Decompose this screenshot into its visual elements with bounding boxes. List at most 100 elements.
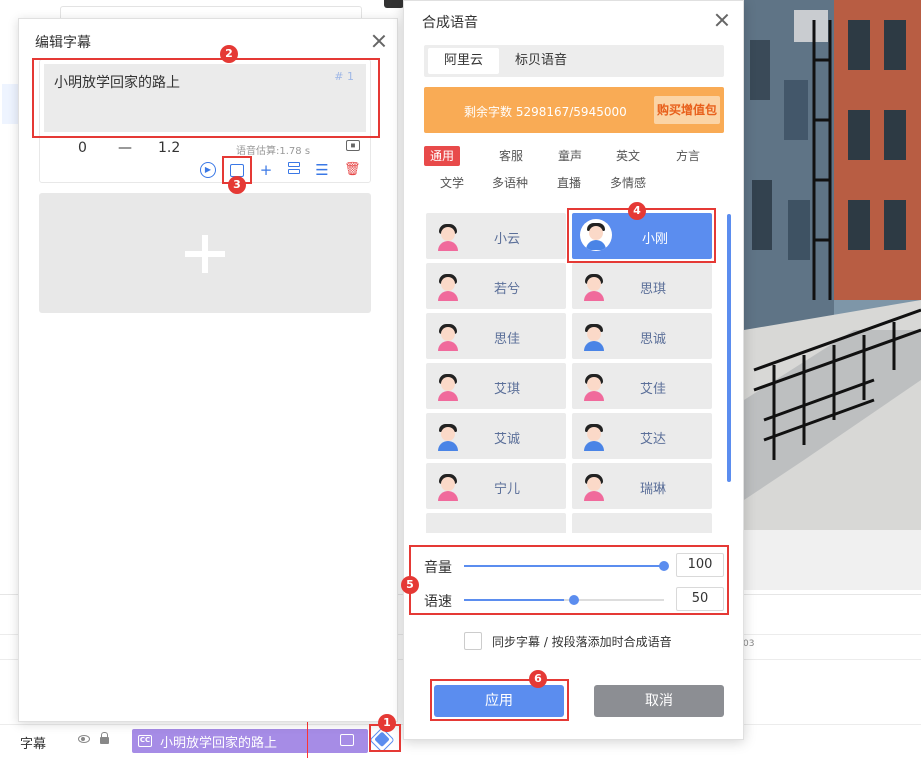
- volume-label: 音量: [424, 557, 452, 577]
- tts-dialog: 合成语音 阿里云 标贝语音 剩余字数 5298167/5945000 购买增值包…: [403, 0, 744, 740]
- insert-line-icon[interactable]: ☰: [314, 162, 330, 178]
- speed-input[interactable]: 50: [676, 587, 724, 611]
- voice-name: 宁儿: [494, 478, 520, 497]
- track-label: 字幕: [20, 733, 46, 752]
- voice-item[interactable]: 艾佳: [572, 363, 712, 409]
- voice-name: 艾达: [640, 428, 666, 447]
- voice-name: 瑞琳: [640, 478, 666, 497]
- voice-icon: [340, 734, 354, 746]
- subtitle-textarea[interactable]: 小明放学回家的路上 # 1: [44, 64, 366, 132]
- category-live[interactable]: 直播: [557, 173, 581, 193]
- voice-item[interactable]: 思诚: [572, 313, 712, 359]
- quota-banner: 剩余字数 5298167/5945000 购买增值包: [424, 87, 724, 133]
- category-child[interactable]: 童声: [558, 146, 582, 166]
- voice-item[interactable]: 若兮: [426, 263, 566, 309]
- eye-icon[interactable]: [78, 735, 90, 743]
- sync-label: 同步字幕 / 按段落添加时合成语音: [492, 633, 672, 650]
- voice-list: 小云 小刚 若兮 思琪 思佳 思诚 艾琪 艾佳: [426, 209, 716, 533]
- category-multilingual[interactable]: 多语种: [492, 173, 528, 193]
- category-service[interactable]: 客服: [499, 146, 523, 166]
- time-separator: —: [118, 140, 132, 156]
- voice-name: 艾琪: [494, 378, 520, 397]
- lock-icon[interactable]: [100, 737, 109, 744]
- avatar-male-icon: [434, 421, 462, 451]
- preview-scene: [744, 0, 921, 530]
- provider-tabs: 阿里云 标贝语音: [424, 45, 724, 77]
- speed-label: 语速: [424, 591, 452, 611]
- avatar-male-icon: [580, 421, 608, 451]
- subtitle-text: 小明放学回家的路上: [54, 75, 180, 91]
- step-marker: 1: [378, 714, 396, 732]
- voice-name: 思诚: [640, 328, 666, 347]
- play-icon[interactable]: ▶: [200, 162, 216, 178]
- avatar-female-icon: [434, 271, 462, 301]
- estimate-icon[interactable]: ◼: [346, 140, 360, 151]
- avatar-male-icon: [580, 219, 612, 251]
- category-english[interactable]: 英文: [616, 146, 640, 166]
- volume-slider-thumb[interactable]: [659, 561, 669, 571]
- close-icon[interactable]: [715, 13, 729, 27]
- step-marker: 6: [529, 670, 547, 688]
- speed-track[interactable]: [464, 599, 664, 601]
- buy-package-button[interactable]: 购买增值包: [654, 96, 720, 124]
- avatar-female-icon: [434, 221, 462, 251]
- voice-list-scrollbar[interactable]: [727, 214, 731, 482]
- tab-aliyun[interactable]: 阿里云: [428, 48, 499, 74]
- add-subtitle-button[interactable]: [39, 193, 371, 313]
- split-icon[interactable]: [286, 162, 302, 178]
- volume-row: 音量 100: [424, 553, 724, 579]
- category-literature[interactable]: 文学: [440, 173, 464, 193]
- voice-item[interactable]: 艾达: [572, 413, 712, 459]
- avatar-female-icon: [580, 471, 608, 501]
- voice-name: 艾诚: [494, 428, 520, 447]
- category-emotion[interactable]: 多情感: [610, 173, 646, 193]
- preview-footer: [744, 530, 921, 590]
- avatar-female-icon: [434, 321, 462, 351]
- voice-estimate: 语音估算:1.78 s: [236, 142, 310, 157]
- quota-text: 剩余字数 5298167/5945000: [464, 103, 627, 120]
- voice-item-partial[interactable]: [426, 513, 566, 533]
- step-marker: 2: [220, 45, 238, 63]
- voice-name: 艾佳: [640, 378, 666, 397]
- sync-checkbox[interactable]: [464, 632, 482, 650]
- delete-icon[interactable]: 🗑: [344, 162, 360, 178]
- cancel-button[interactable]: 取消: [594, 685, 724, 717]
- avatar-female-icon: [580, 271, 608, 301]
- voice-name: 小云: [494, 228, 520, 247]
- cc-icon: CC: [138, 735, 152, 747]
- voice-item[interactable]: 宁儿: [426, 463, 566, 509]
- apply-button[interactable]: 应用: [434, 685, 564, 717]
- scene-illustration: [744, 0, 921, 530]
- category-dialect[interactable]: 方言: [676, 146, 700, 166]
- duration[interactable]: 1.2: [158, 140, 180, 156]
- category-general[interactable]: 通用: [424, 146, 460, 166]
- background-toolbar-edge: [384, 0, 404, 8]
- voice-item[interactable]: 小云: [426, 213, 566, 259]
- step-marker: 5: [401, 576, 419, 594]
- clip-text: 小明放学回家的路上: [160, 732, 277, 751]
- sync-option[interactable]: 同步字幕 / 按段落添加时合成语音: [464, 632, 672, 650]
- start-time[interactable]: 0: [78, 140, 87, 156]
- avatar-female-icon: [434, 371, 462, 401]
- avatar-male-icon: [580, 321, 608, 351]
- speed-slider-thumb[interactable]: [569, 595, 579, 605]
- voice-name: 思佳: [494, 328, 520, 347]
- voice-item-selected[interactable]: 小刚: [572, 213, 712, 259]
- voice-item[interactable]: 思佳: [426, 313, 566, 359]
- voice-item[interactable]: 思琪: [572, 263, 712, 309]
- dialog-title: 编辑字幕: [35, 32, 91, 52]
- avatar-female-icon: [580, 371, 608, 401]
- dialog-title: 合成语音: [422, 12, 478, 32]
- voice-item[interactable]: 艾琪: [426, 363, 566, 409]
- step-marker: 4: [628, 202, 646, 220]
- volume-track[interactable]: [464, 565, 664, 567]
- voice-item[interactable]: 艾诚: [426, 413, 566, 459]
- step-marker: 3: [228, 176, 246, 194]
- voice-item[interactable]: 瑞琳: [572, 463, 712, 509]
- subtitle-clip[interactable]: CC 小明放学回家的路上: [132, 729, 368, 753]
- voice-item-partial[interactable]: [572, 513, 712, 533]
- close-icon[interactable]: [372, 34, 386, 48]
- volume-input[interactable]: 100: [676, 553, 724, 577]
- tab-biaobei[interactable]: 标贝语音: [499, 48, 583, 74]
- add-icon[interactable]: +: [258, 162, 274, 178]
